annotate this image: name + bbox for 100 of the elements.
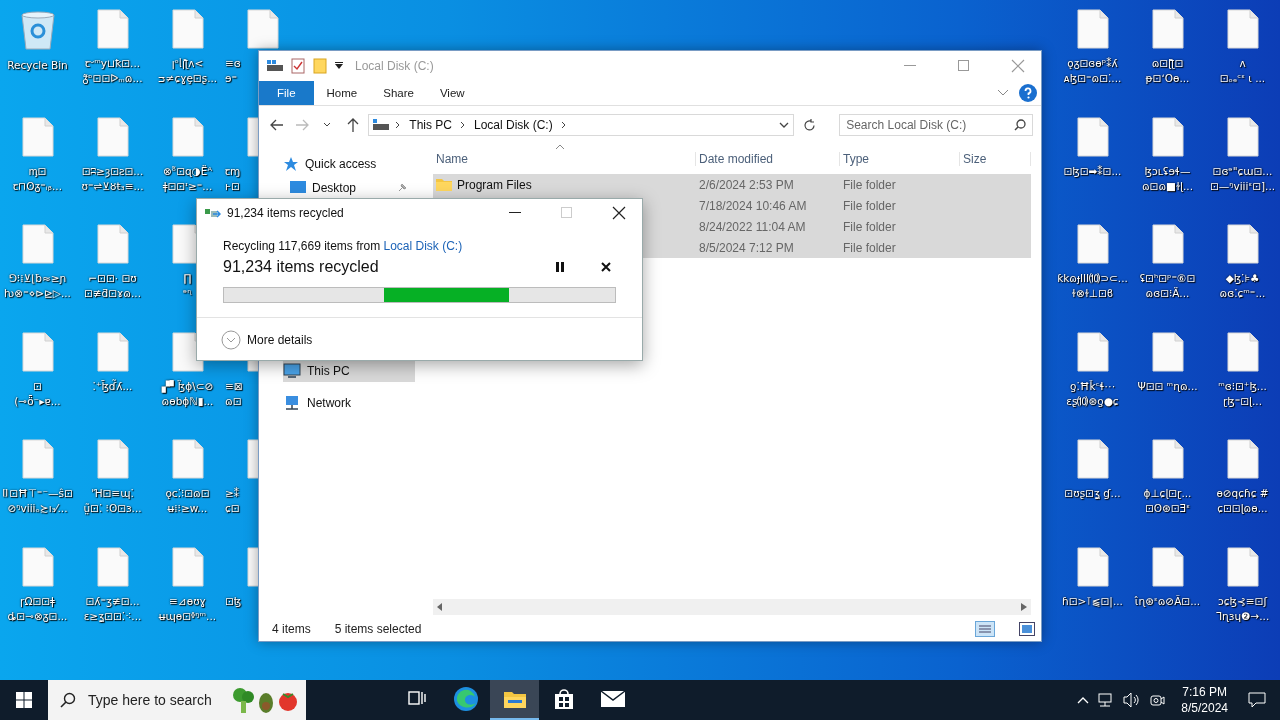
icon-label: ɛʂ⑽⊛ƍ●ɕ	[1066, 393, 1119, 409]
icon-label: ≡⊠	[225, 378, 243, 394]
clock[interactable]: 7:16 PM 8/5/2024	[1173, 684, 1236, 716]
browser-icon	[452, 686, 479, 712]
icon-label: ⱶ⊡	[225, 178, 240, 194]
icon-label: ǫᵹ⊡ɞɵᵖ⁑ʎ	[1067, 56, 1118, 71]
breadcrumb[interactable]: This PC	[407, 118, 454, 132]
icon-label: ɦ⊡>⊺⫹⊡|...	[1062, 593, 1123, 609]
chevron-circle-icon	[221, 330, 241, 350]
ribbon-tab[interactable]: Home	[313, 81, 371, 105]
file-icon[interactable]	[1151, 439, 1184, 479]
column-header[interactable]: Name	[433, 152, 696, 166]
notifications-icon[interactable]	[1248, 692, 1266, 708]
file-icon[interactable]	[1076, 331, 1109, 372]
ribbon-tab[interactable]: Share	[370, 81, 427, 105]
chevron-up-icon[interactable]	[1077, 696, 1090, 704]
help-icon[interactable]	[1019, 84, 1037, 102]
dialog-title: 91,234 items recycled	[227, 206, 345, 220]
icon-label: ⅁⁝⁞⊻⌊ƀ≈≥ɲ	[8, 271, 67, 286]
icon-label: ▞▘ɮ̈ɸ\⊂⊘	[161, 378, 214, 394]
search-field[interactable]: Search Local Disk (C:)	[839, 114, 1033, 136]
icon-label: ɷɵbɸℕ▮...	[161, 393, 214, 409]
file-icon[interactable]	[1076, 546, 1109, 587]
icon-label: ǫc⁚⁝⊡ɷ⊡	[165, 486, 210, 501]
file-menu-button[interactable]: File	[259, 81, 314, 105]
large-icons-view-icon[interactable]	[1019, 622, 1035, 636]
file-row[interactable]: Program Files 2/6/2024 2:53 PM File folder	[433, 174, 1031, 195]
column-header[interactable]: Type	[840, 152, 960, 166]
file-icon[interactable]	[1151, 224, 1184, 264]
icon-label: ʢ⊡ʰ⊡ᵖ⁼⑥⊡	[1139, 271, 1196, 286]
type-cell-text: File folder	[842, 240, 897, 255]
column-header[interactable]: Size	[960, 152, 1031, 166]
minimize-icon	[904, 65, 916, 67]
volume-icon[interactable]	[1123, 692, 1142, 708]
icon-label: ɩ̂ɳ⊛ᵋɷ⊘Ã⊡...	[1134, 593, 1201, 609]
maximize-icon	[561, 207, 573, 219]
star-icon	[283, 156, 299, 172]
properties-icon[interactable]	[291, 58, 305, 74]
close-icon	[1011, 59, 1025, 73]
icon-label: ᴝ≠ɕɣȩ⊡ʂ...	[157, 71, 218, 86]
breadcrumb[interactable]: Local Disk (C:)	[472, 118, 555, 132]
icon-label: ʉɰɵ⊡ᶲᵑᵐ...	[158, 608, 217, 624]
file-icon[interactable]	[1226, 546, 1259, 587]
type-cell-text: File folder	[842, 198, 897, 213]
close-icon	[612, 206, 626, 220]
scroll-right-icon[interactable]	[1021, 603, 1027, 611]
more-details-button[interactable]: More details	[221, 330, 313, 350]
folder-icon	[436, 178, 452, 191]
file-icon[interactable]	[1226, 9, 1259, 49]
icon-label: ɘ⁼	[225, 71, 237, 86]
icon-label: ȡ⊡⊸⊗ᵹ⊡...	[7, 608, 68, 624]
file-icon[interactable]	[1076, 224, 1109, 264]
file-icon[interactable]	[1151, 331, 1184, 372]
navigation-item[interactable]: Network	[283, 382, 415, 424]
file-icon[interactable]	[1151, 116, 1184, 157]
scroll-left-icon[interactable]	[437, 603, 443, 611]
ribbon-tab[interactable]: View	[426, 81, 478, 105]
taskbar-app-button[interactable]	[490, 680, 539, 720]
file-icon[interactable]	[1226, 116, 1259, 157]
icon-label: ɼΩ⊡⊡ǂ	[20, 593, 55, 609]
folder-icon	[502, 689, 527, 709]
camera-icon[interactable]	[1149, 692, 1166, 708]
navigation-item[interactable]: Desktop	[283, 176, 415, 200]
sort-caret-icon	[555, 144, 565, 150]
navigation-item[interactable]: Quick access	[283, 152, 415, 176]
address-bar[interactable]: This PC Local Disk (C:)	[368, 114, 794, 136]
column-header[interactable]: Date modified	[696, 152, 840, 166]
icon-label: ʉ⁞⁝≥w...	[167, 501, 208, 516]
file-icon[interactable]	[1076, 9, 1109, 49]
chevron-right-icon	[395, 121, 402, 129]
file-icon[interactable]	[1151, 9, 1184, 49]
icon-label: ɷ⊡ɭƪ⊡	[1151, 56, 1184, 71]
icon-label: ɮɔʟʢɘɬ—	[1144, 163, 1191, 179]
horizontal-scrollbar[interactable]	[433, 599, 1031, 615]
icon-label: ɷɞ⊡⁝Ä...	[1145, 286, 1190, 301]
pause-icon	[556, 262, 564, 272]
icon-label: ⊡ɮ⊡➡⁑⊡...	[1063, 163, 1122, 179]
icon-label: ɵ⊘qɕɦɕ #	[1216, 486, 1269, 501]
icon-label: ƍ⁚Ħǩᶜɬ⋯	[1070, 378, 1115, 394]
file-icon[interactable]	[1076, 439, 1109, 479]
taskbar-search-field[interactable]: Type here to search	[48, 680, 306, 720]
icon-label: ʊ⁼⇌⊻ȣŧ₃≡...	[81, 178, 144, 194]
icon-label: ⊗ᵒ̃⊡ɋ◑Ëᴬ	[163, 163, 212, 179]
icon-label: ⊡ₒₑᶜᵋ ɩ ...	[1219, 71, 1266, 86]
icon-label: ⌐⊡⊡· ⊡ʊ	[88, 271, 137, 286]
file-icon[interactable]	[1151, 546, 1184, 587]
file-icon[interactable]	[1226, 224, 1259, 264]
navigation-item[interactable]: This PC	[283, 360, 415, 382]
chevron-down-icon[interactable]	[778, 122, 789, 128]
icon-label: ᴧ	[1239, 56, 1246, 71]
icon-label: ⊘ᵑviiiₒ≿ı₃⁄...	[7, 501, 68, 516]
icon-label: ɕ⊡⊡ɭɷɵ...	[1217, 501, 1268, 516]
file-icon[interactable]	[1226, 331, 1259, 372]
file-icon[interactable]	[1076, 116, 1109, 157]
icon-label: ꞇ⊓ʘᵹ⁼ᵢᵦ...	[13, 178, 62, 194]
icon-label: ƙkɷɟIII⑽⊃⊂...	[1057, 271, 1128, 286]
file-name: Program Files	[457, 177, 532, 192]
dropdown-caret-icon[interactable]	[335, 62, 343, 70]
icon-label: ᶆ⊡	[28, 163, 47, 179]
file-icon[interactable]	[1226, 439, 1259, 479]
